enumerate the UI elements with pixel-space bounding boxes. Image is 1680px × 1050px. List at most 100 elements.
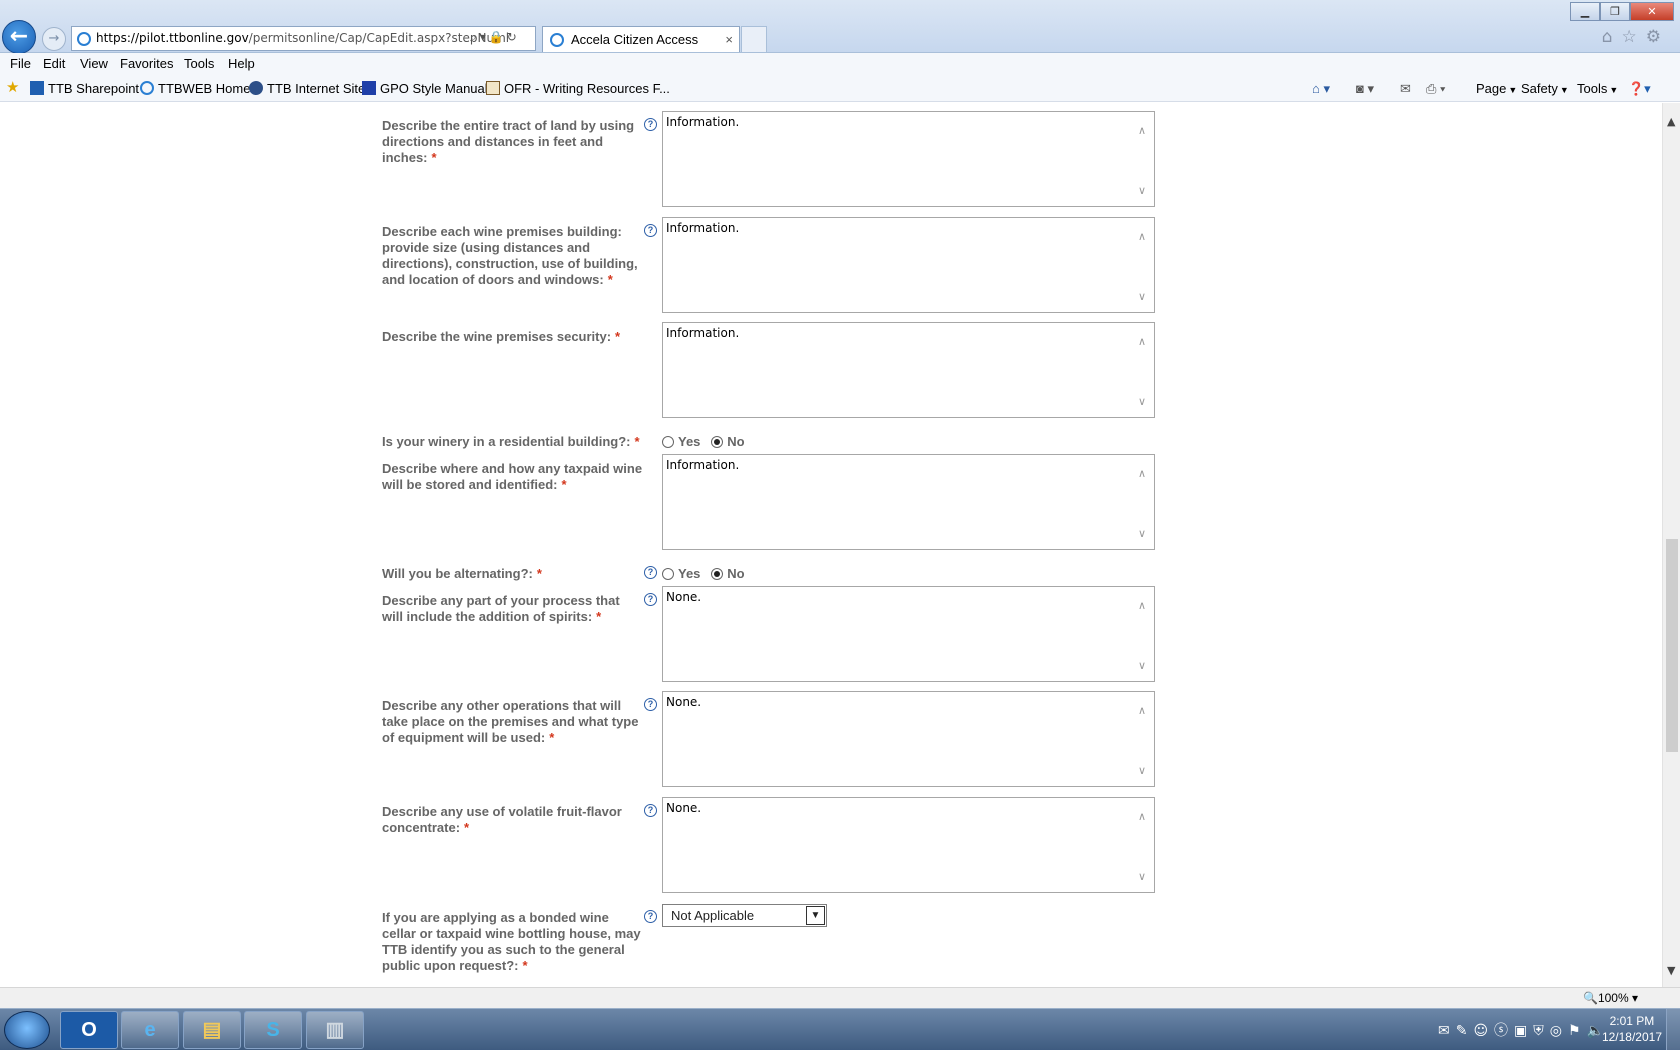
help-icon[interactable]: ? [644, 804, 657, 817]
scroll-up-icon[interactable]: ∧ [1138, 467, 1146, 480]
close-tab-icon[interactable]: × [725, 27, 733, 52]
residential-yes-option[interactable]: Yes [662, 434, 700, 449]
help-icon[interactable]: ❓▾ [1628, 81, 1651, 97]
shield-tray-icon[interactable]: ⛨ [1533, 1023, 1550, 1039]
page-scrollbar[interactable]: ▲ ▼ [1662, 103, 1680, 987]
help-icon[interactable]: ? [644, 566, 657, 579]
close-window-button[interactable]: ✕ [1630, 2, 1674, 21]
skype-icon[interactable]: S [244, 1011, 302, 1049]
menu-edit[interactable]: Edit [43, 56, 65, 71]
back-button[interactable]: ← [2, 20, 36, 54]
identify-to-public-select[interactable]: Not Applicable ▼ [662, 904, 827, 927]
forward-button[interactable]: → [42, 27, 66, 51]
browser-titlebar: ← → https://pilot.ttbonline.gov/permitso… [0, 0, 1680, 54]
minimize-button[interactable]: ▁ [1570, 2, 1600, 21]
scroll-thumb[interactable] [1666, 539, 1678, 752]
windows-taskbar: O e ▤ S ▥ ✉✎☺ⓢ▣⛨◎⚑🔈 2:01 PM 12/18/2017 [0, 1008, 1680, 1050]
pen-tray-icon[interactable]: ✎ [1456, 1023, 1474, 1039]
user-tray-icon[interactable]: ☺ [1473, 1023, 1494, 1039]
scroll-down-icon[interactable]: ∨ [1138, 527, 1146, 540]
scroll-up-icon[interactable]: ∧ [1138, 335, 1146, 348]
ie-taskbar-icon[interactable]: e [121, 1011, 179, 1049]
scroll-down-icon[interactable]: ∨ [1138, 870, 1146, 883]
help-icon[interactable]: ? [644, 224, 657, 237]
scroll-down-icon[interactable]: ∨ [1138, 290, 1146, 303]
fav-ttb-sharepoint[interactable]: TTB Sharepoint [30, 81, 139, 96]
skype-tray-icon[interactable]: ⓢ [1494, 1023, 1514, 1039]
tract-of-land-textarea[interactable]: Information. ∧ ∨ [662, 111, 1155, 207]
chevron-down-icon[interactable]: ▼ [806, 906, 825, 925]
radio-no[interactable] [711, 568, 724, 580]
address-bar[interactable]: https://pilot.ttbonline.gov/permitsonlin… [71, 26, 536, 51]
radio-yes[interactable] [662, 568, 674, 580]
scroll-up-icon[interactable]: ∧ [1138, 230, 1146, 243]
favorites-star-icon[interactable]: ★ [6, 78, 19, 96]
folder-icon[interactable]: ▤ [183, 1011, 241, 1049]
home-cmd-icon[interactable]: ⌂ ▾ [1312, 81, 1330, 97]
fav-ttb-internet-site[interactable]: TTB Internet Site [249, 81, 365, 96]
field-label: Describe the wine premises security: * [382, 329, 621, 344]
addition-of-spirits-textarea[interactable]: None. ∧ ∨ [662, 586, 1155, 682]
alternating-radio-group: Yes No [662, 566, 745, 581]
taxpaid-wine-textarea[interactable]: Information. ∧ ∨ [662, 454, 1155, 550]
premises-building-textarea[interactable]: Information. ∧ ∨ [662, 217, 1155, 313]
scroll-up-icon[interactable]: ▲ [1667, 115, 1675, 128]
scroll-up-icon[interactable]: ∧ [1138, 810, 1146, 823]
fav-ofr-writing-resources[interactable]: OFR - Writing Resources F... [486, 81, 670, 96]
show-desktop-button[interactable] [1666, 1009, 1680, 1050]
taskbar-clock[interactable]: 2:01 PM 12/18/2017 [1602, 1013, 1662, 1045]
premises-security-textarea[interactable]: Information. ∧ ∨ [662, 322, 1155, 418]
volatile-concentrate-textarea[interactable]: None. ∧ ∨ [662, 797, 1155, 893]
menu-file[interactable]: File [10, 56, 31, 71]
outlook-tray-icon[interactable]: ✉ [1438, 1023, 1456, 1039]
help-icon[interactable]: ? [644, 118, 657, 131]
menu-help[interactable]: Help [228, 56, 255, 71]
safety-menu[interactable]: Safety ▼ [1521, 81, 1569, 96]
home-icon[interactable]: ⌂ [1602, 27, 1622, 47]
scroll-up-icon[interactable]: ∧ [1138, 599, 1146, 612]
star-icon[interactable]: ☆ [1622, 27, 1646, 47]
radio-no[interactable] [711, 436, 724, 448]
fav-gpo-style-manual[interactable]: GPO Style Manual [362, 81, 488, 96]
scroll-up-icon[interactable]: ∧ [1138, 704, 1146, 717]
help-icon[interactable]: ? [644, 698, 657, 711]
reader-icon[interactable]: ▥ [306, 1011, 364, 1049]
help-icon[interactable]: ? [644, 593, 657, 606]
zoom-control[interactable]: 🔍100% ▾ [1583, 991, 1638, 1005]
gpo-icon [362, 81, 376, 95]
mail-icon[interactable]: ✉ [1400, 81, 1411, 97]
menu-tools[interactable]: Tools [184, 56, 214, 71]
feeds-icon[interactable]: ◙ ▾ [1356, 81, 1374, 97]
scroll-down-icon[interactable]: ∨ [1138, 184, 1146, 197]
scroll-down-icon[interactable]: ∨ [1138, 395, 1146, 408]
other-operations-textarea[interactable]: None. ∧ ∨ [662, 691, 1155, 787]
residential-no-option[interactable]: No [711, 434, 745, 449]
alternating-yes-option[interactable]: Yes [662, 566, 700, 581]
windows-start-icon[interactable] [4, 1011, 50, 1049]
drive-tray-icon[interactable]: ▣ [1514, 1023, 1533, 1039]
scroll-down-icon[interactable]: ∨ [1138, 764, 1146, 777]
outlook-icon[interactable]: O [60, 1011, 118, 1049]
address-tools[interactable]: ⌕▾🔒↻ [470, 30, 520, 45]
help-icon[interactable]: ? [644, 910, 657, 923]
scroll-down-icon[interactable]: ▼ [1667, 964, 1675, 977]
alternating-no-option[interactable]: No [711, 566, 745, 581]
scroll-down-icon[interactable]: ∨ [1138, 659, 1146, 672]
sync-tray-icon[interactable]: ◎ [1550, 1023, 1568, 1039]
restore-button[interactable]: ❐ [1600, 2, 1630, 21]
scroll-up-icon[interactable]: ∧ [1138, 124, 1146, 137]
seal-icon [249, 81, 263, 95]
menu-view[interactable]: View [80, 56, 108, 71]
ie-icon [140, 81, 154, 95]
tools-menu[interactable]: Tools ▼ [1577, 81, 1618, 96]
fav-ttbweb-home[interactable]: TTBWEB Home [140, 81, 250, 96]
radio-yes[interactable] [662, 436, 674, 448]
new-tab-button[interactable] [741, 26, 767, 52]
print-icon[interactable]: ⎙ ▾ [1426, 81, 1445, 97]
page-menu[interactable]: Page ▼ [1476, 81, 1517, 96]
gear-icon[interactable]: ⚙ [1646, 27, 1670, 47]
browser-tab[interactable]: Accela Citizen Access × [542, 26, 740, 52]
menu-favorites[interactable]: Favorites [120, 56, 173, 71]
ie-icon [550, 33, 564, 47]
network-tray-icon[interactable]: ⚑ [1568, 1023, 1587, 1039]
